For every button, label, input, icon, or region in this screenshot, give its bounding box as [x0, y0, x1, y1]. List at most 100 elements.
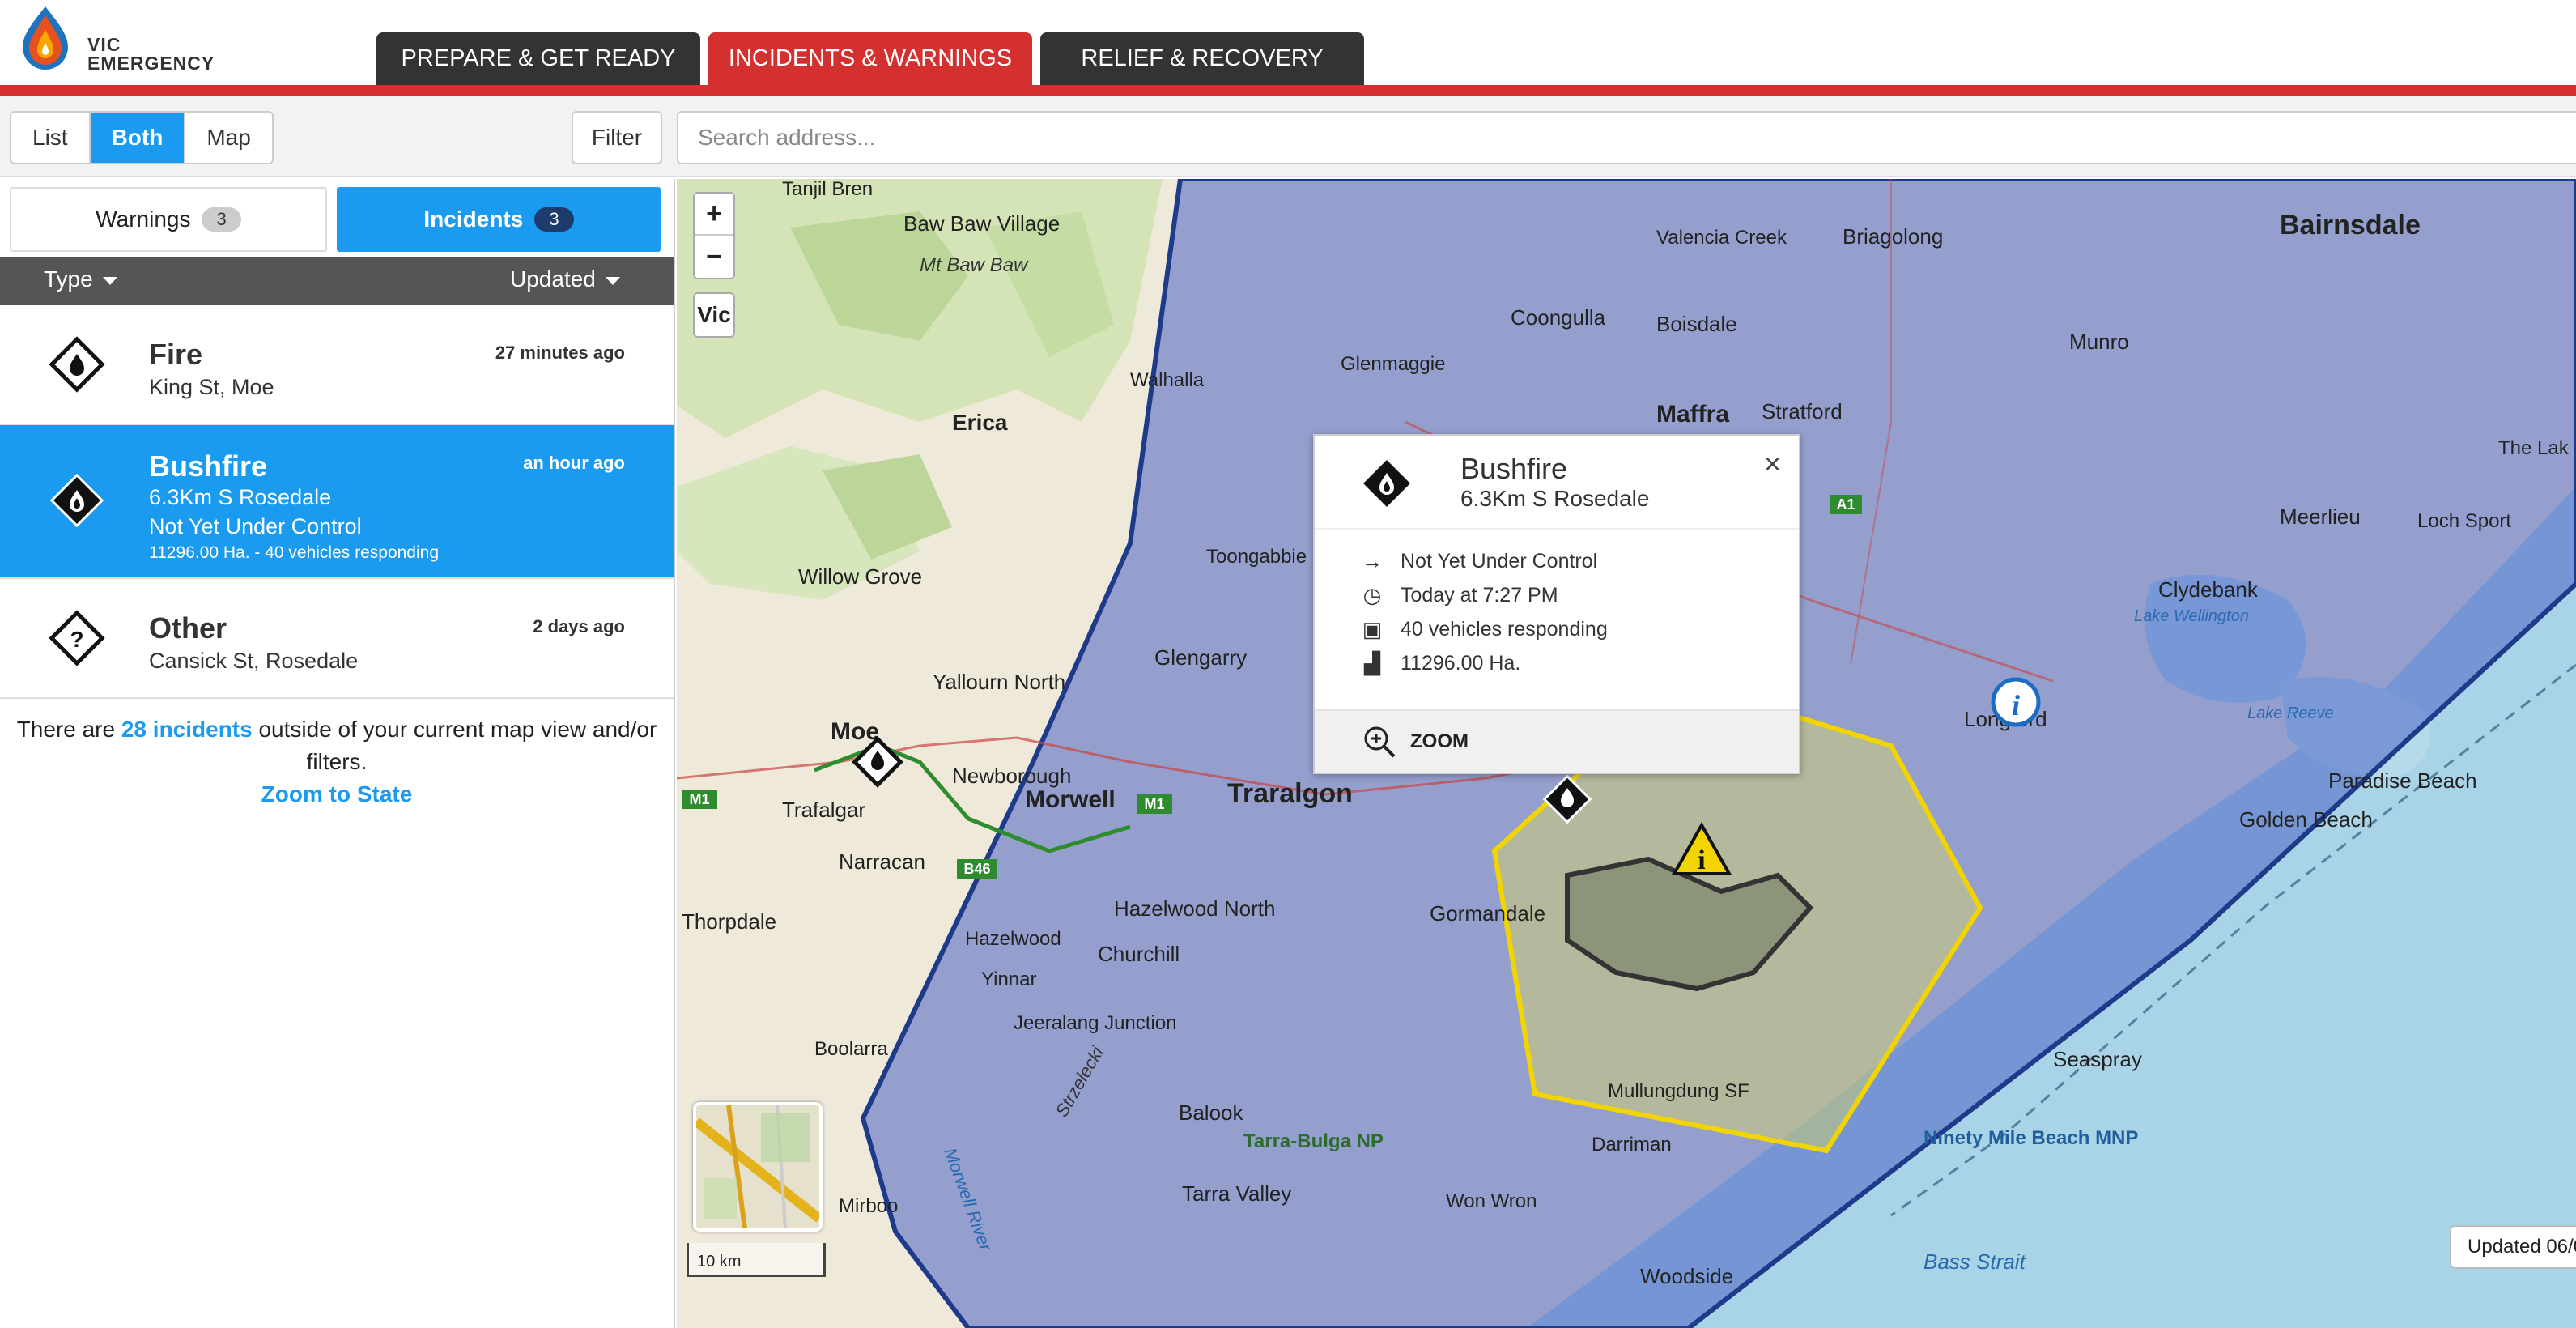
map-label-bass-strait: Bass Strait: [1923, 1249, 2026, 1274]
map-label-jeeralang: Jeeralang Junction: [1014, 1012, 1176, 1034]
map-label-tarra-valley: Tarra Valley: [1182, 1181, 1291, 1206]
info-marker-icon[interactable]: i: [1991, 677, 2041, 727]
incident-item-other[interactable]: ? Other 2 days ago Cansick St, Rosedale: [0, 579, 674, 699]
zoom-in-button[interactable]: +: [695, 194, 733, 236]
basemap-switcher-thumbnail[interactable]: [693, 1102, 823, 1232]
map-label-yinnar: Yinnar: [981, 968, 1036, 990]
warnings-count-badge: 3: [202, 207, 241, 232]
map-label-trafalgar: Trafalgar: [782, 798, 865, 822]
view-toggle-group: List Both Map: [10, 111, 274, 164]
fire-diamond-icon: [49, 336, 105, 393]
map-label-toongabbie: Toongabbie: [1206, 546, 1307, 568]
incident-status: Not Yet Under Control: [149, 514, 362, 538]
a1-label: A1: [1836, 496, 1855, 513]
logo-text: VIC EMERGENCY: [87, 36, 215, 73]
vehicle-icon: ▣: [1362, 617, 1383, 641]
map-label-morwell: Morwell: [1025, 786, 1116, 813]
popup-time-row: ◷ Today at 7:27 PM: [1360, 583, 1558, 608]
popup-area-row: ▟ 11296.00 Ha.: [1360, 651, 1520, 676]
popup-zoom-button[interactable]: ZOOM: [1315, 709, 1799, 773]
map-label-balook: Balook: [1179, 1100, 1243, 1125]
map-label-coongulla: Coongulla: [1511, 305, 1606, 330]
map-label-the-lakes: The Lak: [2498, 437, 2570, 459]
logo-line2: EMERGENCY: [87, 53, 215, 74]
popup-header: Bushfire 6.3Km S Rosedale ×: [1315, 436, 1799, 530]
incident-time: 27 minutes ago: [495, 343, 625, 363]
sort-bar: Type Updated: [0, 257, 674, 305]
map-label-meerlieu: Meerlieu: [2280, 504, 2361, 529]
tab-warnings-label: Warnings: [96, 206, 191, 232]
map-label-walhalla: Walhalla: [1130, 369, 1205, 391]
popup-time: Today at 7:27 PM: [1401, 584, 1558, 607]
address-search-input[interactable]: [677, 111, 2576, 164]
map-label-mullungdung: Mullungdung SF: [1608, 1080, 1749, 1102]
map-label-thorpdale: Thorpdale: [682, 909, 776, 934]
note-text-after: outside of your current map view and/or …: [252, 717, 657, 774]
question-diamond-icon: ?: [49, 610, 105, 666]
map-label-willow-grove: Willow Grove: [798, 564, 922, 589]
popup-title: Bushfire: [1460, 452, 1568, 485]
incident-location: 6.3Km S Rosedale: [149, 485, 332, 509]
nav-tab-incidents-warnings[interactable]: INCIDENTS & WARNINGS: [708, 32, 1032, 85]
incident-popup: Bushfire 6.3Km S Rosedale × → Not Yet Un…: [1313, 434, 1800, 774]
vic-extent-button[interactable]: Vic: [693, 292, 735, 338]
view-both-button[interactable]: Both: [90, 113, 186, 163]
zoom-out-button[interactable]: −: [695, 236, 733, 278]
view-list-button[interactable]: List: [11, 113, 91, 163]
incident-list-panel: Warnings 3 Incidents 3 Type Updated Fire…: [0, 179, 675, 1328]
view-map-button[interactable]: Map: [185, 113, 271, 163]
sort-updated-button[interactable]: Updated: [510, 266, 620, 292]
map-label-yallourn-north: Yallourn North: [933, 670, 1065, 694]
zoom-control: + −: [693, 192, 735, 279]
map-label-churchill: Churchill: [1098, 942, 1180, 966]
map-label-boisdale: Boisdale: [1656, 312, 1737, 336]
vic-emergency-logo[interactable]: VIC EMERGENCY: [18, 5, 220, 73]
incident-item-bushfire[interactable]: Bushfire an hour ago 6.3Km S Rosedale No…: [0, 425, 674, 579]
outside-incidents-link[interactable]: 28 incidents: [121, 717, 253, 742]
map-label-tanjil-bren: Tanjil Bren: [782, 179, 873, 200]
scale-bar: 10 km: [687, 1243, 826, 1277]
bushfire-diamond-icon: [1359, 456, 1414, 511]
map-label-erica: Erica: [952, 410, 1008, 435]
tab-incidents[interactable]: Incidents 3: [337, 187, 661, 252]
incident-item-fire[interactable]: Fire 27 minutes ago King St, Moe: [0, 305, 674, 425]
map-label-lake-reeve: Lake Reeve: [2247, 704, 2334, 722]
outside-view-note: There are 28 incidents outside of your c…: [0, 713, 674, 811]
toolbar: List Both Map Filter: [0, 96, 2576, 177]
arrow-right-icon: →: [1362, 549, 1383, 573]
area-chart-icon: ▟: [1364, 651, 1380, 675]
tab-warnings[interactable]: Warnings 3: [10, 187, 327, 252]
clock-icon: ◷: [1362, 583, 1382, 607]
map-label-paradise-beach: Paradise Beach: [2328, 768, 2477, 793]
updated-timestamp: Updated 06/0: [2450, 1225, 2576, 1269]
map-label-newborough: Newborough: [952, 764, 1071, 788]
svg-text:i: i: [1698, 845, 1705, 875]
sort-updated-label: Updated: [510, 266, 596, 292]
zoom-in-magnifier-icon: [1364, 726, 1396, 758]
sort-type-label: Type: [44, 266, 93, 292]
incident-title: Bushfire: [149, 449, 268, 483]
popup-zoom-label: ZOOM: [1410, 730, 1469, 752]
map-label-moe: Moe: [831, 718, 879, 745]
incident-location: King St, Moe: [149, 375, 274, 399]
map-label-clydebank: Clydebank: [2158, 577, 2259, 602]
popup-status: Not Yet Under Control: [1401, 550, 1598, 572]
bushfire-diamond-icon: [49, 473, 104, 528]
filter-button[interactable]: Filter: [572, 111, 662, 164]
popup-vehicles: 40 vehicles responding: [1401, 618, 1608, 641]
map-label-hazelwood-north: Hazelwood North: [1114, 896, 1275, 921]
caret-down-icon: [102, 276, 117, 285]
map-label-munro: Munro: [2069, 330, 2129, 354]
zoom-to-state-link[interactable]: Zoom to State: [0, 778, 674, 811]
nav-tab-prepare[interactable]: PREPARE & GET READY: [376, 32, 700, 85]
b46-label: B46: [963, 861, 990, 877]
map-label-briagolong: Briagolong: [1843, 224, 1943, 249]
nav-tab-relief-recovery[interactable]: RELIEF & RECOVERY: [1040, 32, 1364, 85]
header: VIC EMERGENCY PREPARE & GET READY INCIDEN…: [0, 0, 2576, 87]
svg-text:?: ?: [70, 627, 83, 652]
sort-type-button[interactable]: Type: [44, 266, 117, 292]
flame-drop-logo-icon: [23, 6, 68, 70]
popup-close-button[interactable]: ×: [1764, 447, 1781, 481]
incident-detail: 11296.00 Ha. - 40 vehicles responding: [149, 543, 440, 562]
incidents-count-badge: 3: [534, 207, 574, 232]
